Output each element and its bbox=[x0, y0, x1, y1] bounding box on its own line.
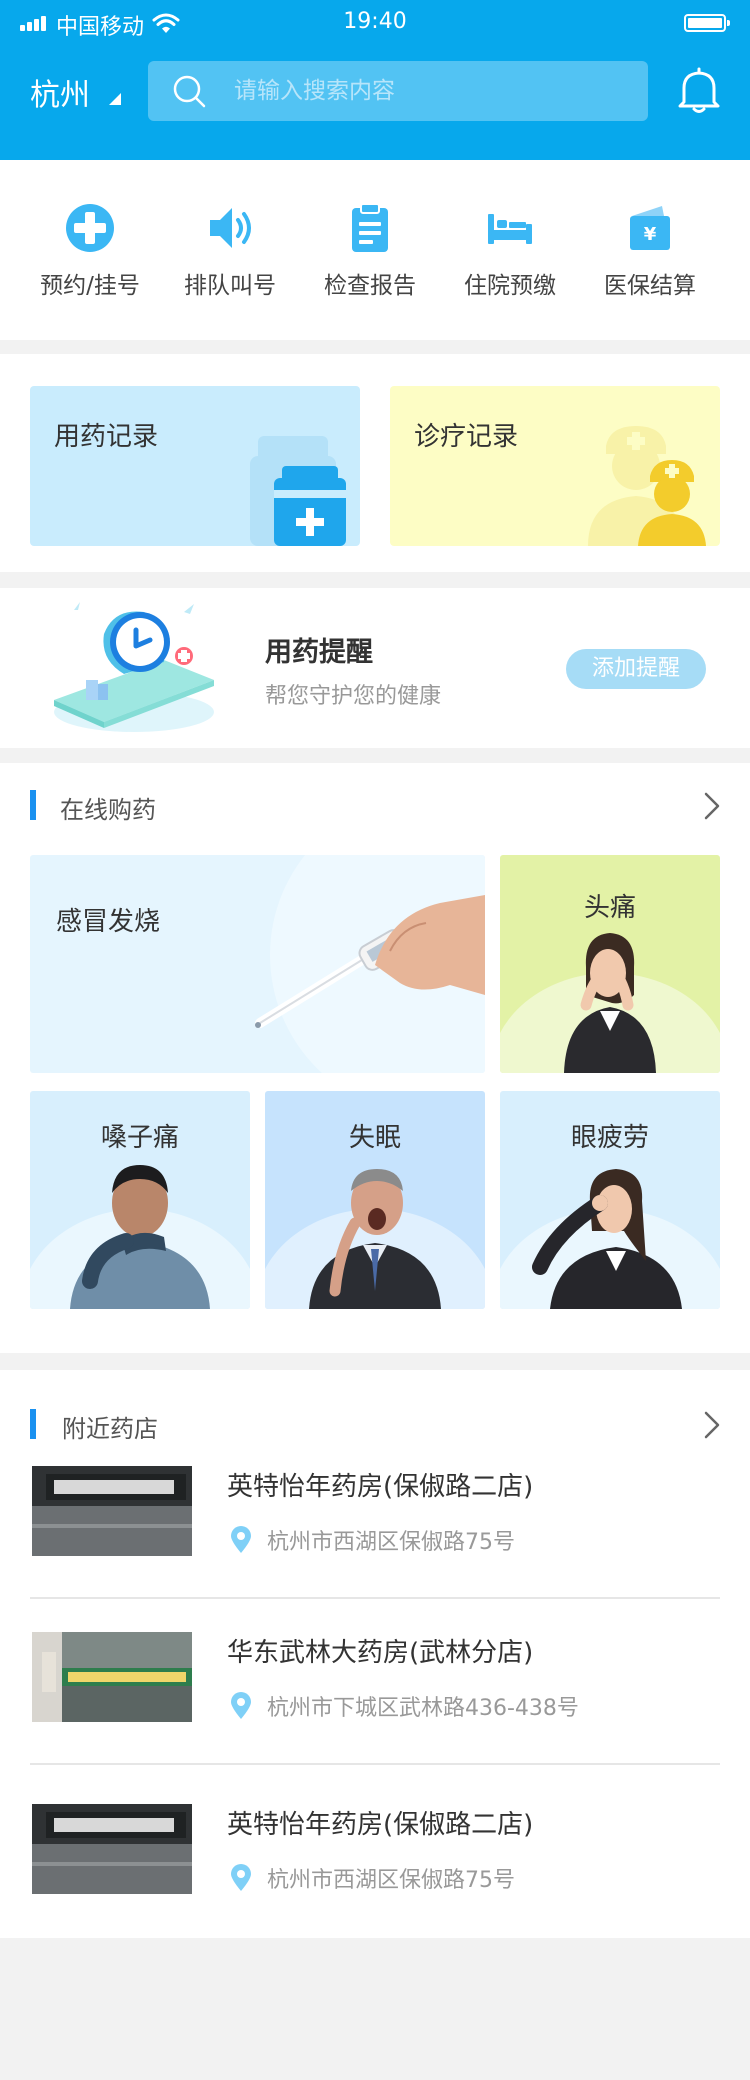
service-insurance[interactable]: ¥ 医保结算 bbox=[580, 202, 720, 312]
service-appointment[interactable]: 预约/挂号 bbox=[20, 202, 160, 312]
search-bar[interactable] bbox=[148, 61, 648, 121]
service-hospital-deposit[interactable]: 住院预缴 bbox=[440, 202, 580, 312]
category-label: 失眠 bbox=[348, 1123, 401, 1153]
list-divider bbox=[30, 1763, 720, 1765]
battery-icon bbox=[684, 14, 730, 32]
category-sore-throat[interactable]: 嗓子痛 bbox=[30, 1091, 250, 1309]
location-pin-icon bbox=[231, 1692, 251, 1719]
category-label: 头痛 bbox=[583, 893, 636, 923]
service-label: 住院预缴 bbox=[464, 273, 556, 299]
pharmacy-photo bbox=[32, 1466, 192, 1556]
service-label: 预约/挂号 bbox=[40, 273, 140, 299]
category-headache[interactable]: 头痛 bbox=[500, 855, 720, 1073]
list-divider bbox=[30, 1597, 720, 1599]
doctor-icon bbox=[588, 426, 706, 546]
category-label: 感冒发烧 bbox=[56, 907, 161, 937]
nearby-pharmacies-title: 附近药店 bbox=[62, 1415, 158, 1443]
search-input[interactable] bbox=[234, 61, 624, 121]
consultation-record-card[interactable]: 诊疗记录 bbox=[390, 386, 720, 546]
pharmacy-item[interactable]: 华东武林大药房(武林分店) 杭州市下城区武林路436-438号 bbox=[0, 1632, 750, 1796]
reminder-title: 用药提醒 bbox=[265, 637, 373, 668]
location-pin-icon bbox=[231, 1526, 251, 1553]
service-report[interactable]: 检查报告 bbox=[300, 202, 440, 312]
search-icon bbox=[173, 75, 206, 108]
consultation-record-title: 诊疗记录 bbox=[414, 422, 519, 452]
clipboard-icon bbox=[352, 203, 388, 252]
plus-cross-icon bbox=[66, 204, 114, 252]
pharmacy-address: 杭州市西湖区保俶路75号 bbox=[267, 1868, 515, 1893]
status-time: 19:40 bbox=[343, 9, 407, 34]
medication-reminder: 用药提醒 帮您守护您的健康 添加提醒 bbox=[0, 588, 750, 748]
app-header: 中国移动 19:40 杭州 bbox=[0, 0, 750, 160]
pharmacy-photo bbox=[32, 1632, 192, 1722]
pharmacy-address: 杭州市下城区武林路436-438号 bbox=[267, 1696, 579, 1721]
medication-record-title: 用药记录 bbox=[54, 422, 159, 452]
city-selector[interactable]: 杭州 bbox=[30, 70, 90, 114]
service-label: 排队叫号 bbox=[184, 273, 276, 299]
quick-services: 预约/挂号 排队叫号 检查报告 住院预缴 ¥ 医保结算 bbox=[0, 160, 750, 340]
pharmacy-item[interactable]: 英特怡年药房(保俶路二店) 杭州市西湖区保俶路75号 bbox=[0, 1466, 750, 1630]
status-bar: 中国移动 19:40 bbox=[0, 0, 750, 44]
city-dropdown-icon[interactable] bbox=[108, 92, 122, 106]
category-label: 嗓子痛 bbox=[100, 1123, 179, 1153]
reminder-subtitle: 帮您守护您的健康 bbox=[265, 684, 442, 709]
category-insomnia[interactable]: 失眠 bbox=[265, 1091, 485, 1309]
online-pharmacy-section: 在线购药 感冒发烧 头痛 嗓子痛 失眠 眼疲劳 bbox=[0, 763, 750, 1353]
category-eye-strain[interactable]: 眼疲劳 bbox=[500, 1091, 720, 1309]
speaker-icon bbox=[210, 208, 251, 248]
pharmacy-name: 华东武林大药房(武林分店) bbox=[227, 1638, 534, 1668]
category-cold-fever[interactable]: 感冒发烧 bbox=[30, 855, 485, 1073]
records-section: 用药记录 诊疗记录 bbox=[0, 354, 750, 572]
online-pharmacy-title: 在线购药 bbox=[60, 796, 156, 824]
pharmacy-address: 杭州市西湖区保俶路75号 bbox=[267, 1530, 515, 1555]
svg-text:¥: ¥ bbox=[644, 224, 657, 245]
chevron-right-icon[interactable] bbox=[702, 1410, 722, 1440]
service-label: 检查报告 bbox=[324, 273, 416, 299]
bed-icon bbox=[488, 214, 532, 244]
pharmacy-photo bbox=[32, 1804, 192, 1894]
pharmacy-item[interactable]: 英特怡年药房(保俶路二店) 杭州市西湖区保俶路75号 bbox=[0, 1804, 750, 1968]
service-label: 医保结算 bbox=[604, 273, 696, 299]
pharmacy-name: 英特怡年药房(保俶路二店) bbox=[227, 1810, 534, 1840]
chevron-right-icon[interactable] bbox=[702, 791, 722, 821]
reminder-clock-illustration bbox=[54, 602, 214, 732]
medicine-bottle-icon bbox=[250, 436, 346, 546]
medication-record-card[interactable]: 用药记录 bbox=[30, 386, 360, 546]
nearby-pharmacies-section: 附近药店 英特怡年药房(保俶路二店) 杭州市西湖区保俶路75号 华东武林大药房(… bbox=[0, 1370, 750, 1938]
pharmacy-name: 英特怡年药房(保俶路二店) bbox=[227, 1472, 534, 1502]
wallet-yen-icon: ¥ bbox=[630, 206, 670, 250]
online-pharmacy-header[interactable]: 在线购药 bbox=[0, 763, 750, 847]
service-queue[interactable]: 排队叫号 bbox=[160, 202, 300, 312]
section-accent-bar bbox=[30, 790, 36, 820]
location-pin-icon bbox=[231, 1864, 251, 1891]
section-accent-bar bbox=[30, 1409, 36, 1439]
nearby-pharmacies-header[interactable]: 附近药店 bbox=[0, 1370, 750, 1454]
bell-icon[interactable] bbox=[676, 66, 722, 114]
add-reminder-button[interactable]: 添加提醒 bbox=[566, 649, 706, 689]
category-label: 眼疲劳 bbox=[570, 1123, 649, 1153]
thermometer-illustration bbox=[255, 855, 485, 1073]
